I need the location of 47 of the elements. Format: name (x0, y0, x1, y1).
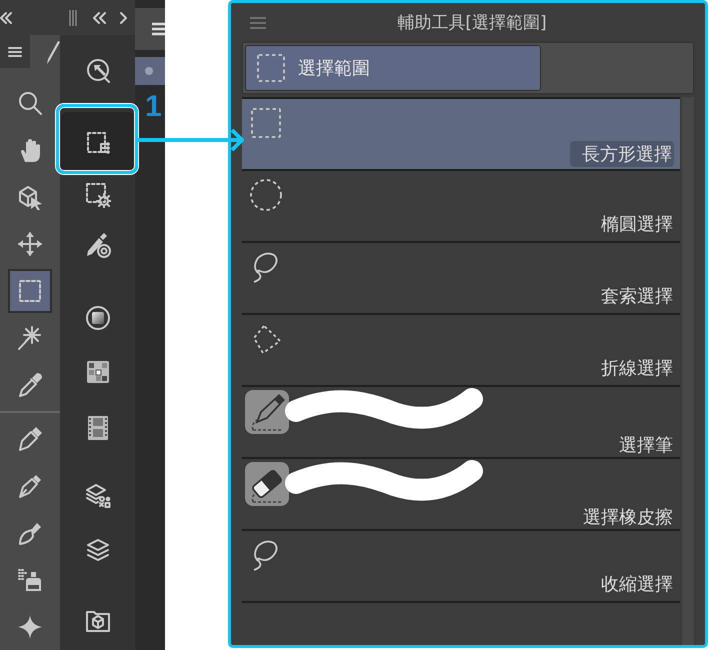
sub-tool-item[interactable]: 選擇橡皮擦 (242, 459, 680, 531)
pen-nib-icon (17, 472, 43, 498)
grip-icon (68, 8, 78, 26)
eraser-tile-icon (245, 462, 289, 506)
sub-tool-label: 折線選擇 (600, 357, 674, 381)
dashed-circle-icon (250, 179, 282, 211)
dropper-icon (17, 372, 43, 398)
panel-menu-button[interactable] (0, 35, 30, 68)
dashed-square-icon (250, 107, 282, 139)
layers-shapes-icon (84, 482, 110, 508)
double-chevron-icon (92, 10, 106, 24)
sub-tool-label: 橢圓選擇 (600, 213, 674, 237)
sparkle-wand-icon (17, 324, 43, 350)
panel-title: 輔助工具[選擇範圍] (397, 12, 547, 34)
cursor-circle-icon (84, 57, 110, 83)
sub-tool-label: 長方形選擇 (570, 141, 674, 167)
magnifier-icon (17, 90, 43, 116)
pen-tile-icon (245, 390, 289, 434)
tile-grid-icon (84, 359, 110, 385)
dashed-square-icon (256, 53, 286, 83)
pen-target-icon (84, 232, 110, 258)
menu-icon (152, 22, 165, 36)
pen-nib-icon (17, 426, 43, 452)
tool-button[interactable] (8, 268, 52, 312)
dashed-square-gear-icon (84, 182, 110, 208)
menu-icon (249, 16, 267, 30)
scrollbar-track[interactable] (682, 97, 694, 645)
callout-number: 1 (145, 90, 162, 124)
chevron-icon (119, 10, 127, 24)
dashed-square-tree-icon (84, 130, 110, 156)
sub-tool-label: 收縮選擇 (600, 573, 674, 597)
double-chevron-icon (0, 10, 12, 24)
sub-tool-label: 選擇橡皮擦 (582, 506, 674, 530)
dot-icon (144, 66, 154, 76)
cube-cursor-icon (17, 184, 43, 210)
menu-icon (8, 46, 22, 58)
layers-icon (84, 537, 110, 563)
sub-tool-item[interactable]: 選擇筆 (242, 387, 680, 459)
group-tab[interactable]: 選擇範圍 (245, 45, 541, 91)
sparkle-icon (17, 614, 43, 640)
sub-tool-label: 選擇筆 (618, 434, 674, 458)
panel-menu-button[interactable] (135, 8, 165, 50)
dashed-square-icon (17, 278, 43, 304)
spray-icon (17, 566, 43, 592)
sub-tool-item[interactable]: 長方形選擇 (242, 99, 680, 171)
sub-tool-label: 套索選擇 (600, 285, 674, 309)
move-arrows-icon (17, 230, 43, 256)
